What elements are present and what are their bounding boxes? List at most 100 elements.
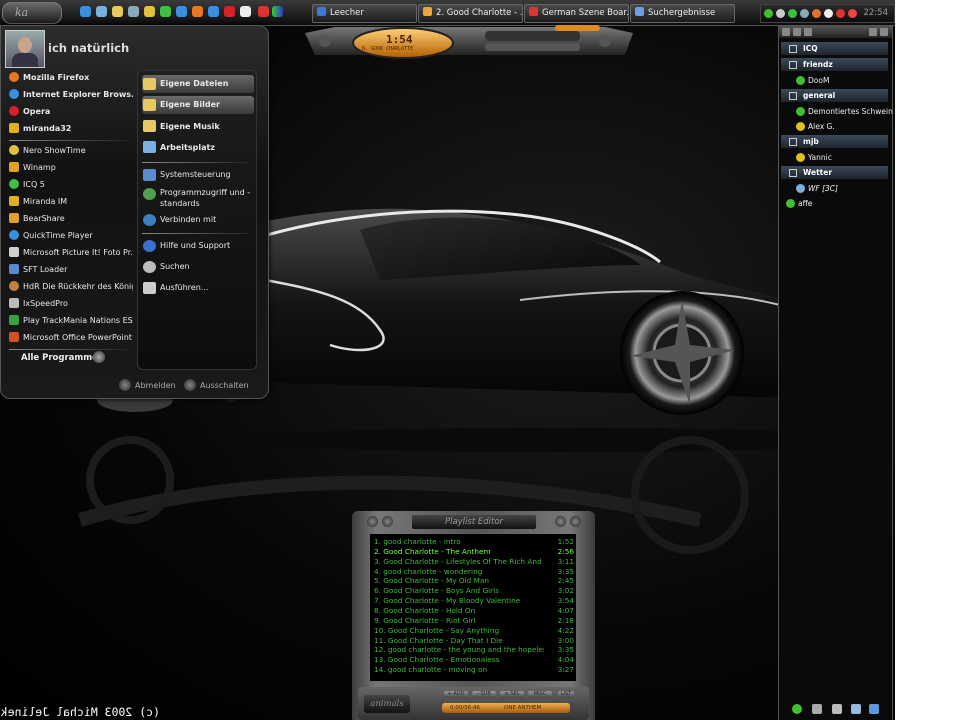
contact-item[interactable]: Yannic xyxy=(795,151,895,164)
contact-item[interactable]: affe xyxy=(785,197,891,210)
misc-button[interactable]: MISC xyxy=(528,691,552,698)
playlist-track[interactable]: 5. Good Charlotte - My Old Man 2:45 xyxy=(374,576,574,586)
recent-item[interactable]: IxSpeedPro xyxy=(9,296,133,312)
recent-item[interactable]: SFT Loader xyxy=(9,262,133,278)
shutdown-button[interactable]: Ausschalten xyxy=(184,379,249,391)
recent-item[interactable]: QuickTime Player xyxy=(9,228,133,244)
playlist-track[interactable]: 1. good charlotte - intro 1:52 xyxy=(374,537,574,547)
tray-network-icon[interactable] xyxy=(800,9,809,18)
recent-item[interactable]: Microsoft Office PowerPoint ... xyxy=(9,330,133,346)
task-suchergebnisse[interactable]: Suchergebnisse xyxy=(630,4,735,23)
menu-icon[interactable] xyxy=(782,28,790,36)
close-icon[interactable] xyxy=(570,516,581,527)
knob-icon[interactable] xyxy=(555,516,566,527)
task-german-szene[interactable]: German Szene Boar... xyxy=(524,4,629,23)
cloud-icon[interactable] xyxy=(851,704,861,714)
quicklaunch-opera-icon[interactable] xyxy=(224,6,235,17)
recent-item[interactable]: BearShare xyxy=(9,211,133,227)
pinned-item[interactable]: Opera xyxy=(9,104,133,120)
tray-volume-icon[interactable] xyxy=(824,9,833,18)
task-leecher[interactable]: Leecher xyxy=(312,4,417,23)
my-computer-item[interactable]: Arbeitsplatz xyxy=(142,140,254,156)
quicklaunch-ie2-icon[interactable] xyxy=(208,6,219,17)
my-documents-item[interactable]: Eigene Dateien xyxy=(142,75,254,93)
sel-button[interactable]: ≡ SEL xyxy=(500,691,524,698)
quicklaunch-icq-icon[interactable] xyxy=(160,6,171,17)
tray-speed-icon[interactable] xyxy=(848,9,857,18)
playlist-track[interactable]: 13. Good Charlotte - Emotionaless 4:04 xyxy=(374,655,574,665)
recent-item[interactable]: Nero ShowTime xyxy=(9,143,133,159)
start-button[interactable]: ka xyxy=(2,2,62,24)
quicklaunch-ie-icon[interactable] xyxy=(80,6,91,17)
status-online-icon[interactable] xyxy=(792,704,802,714)
playlist-track[interactable]: 2. Good Charlotte - The Anthem 2:56 xyxy=(374,547,574,557)
tray-flower-icon[interactable] xyxy=(788,9,797,18)
connect-to-item[interactable]: Verbinden mit xyxy=(142,213,254,227)
contact-group[interactable]: friendz xyxy=(781,58,888,71)
all-programs-button[interactable]: Alle Programme xyxy=(21,353,98,363)
quicklaunch-picture-icon[interactable] xyxy=(272,6,283,17)
my-pictures-item[interactable]: Eigene Bilder xyxy=(142,96,254,114)
playlist-track[interactable]: 6. Good Charlotte - Boys And Girls 3:02 xyxy=(374,586,574,596)
knob-icon[interactable] xyxy=(382,516,393,527)
quicklaunch-winamp-icon[interactable] xyxy=(240,6,251,17)
minimize-icon[interactable] xyxy=(869,28,877,36)
logoff-button[interactable]: Abmelden xyxy=(119,379,176,391)
contact-item[interactable]: WF [3C] xyxy=(795,182,895,195)
playlist-track[interactable]: 12. good charlotte - the young and the h… xyxy=(374,645,574,655)
contact-item[interactable]: DooM xyxy=(795,74,895,87)
playlist-track[interactable]: 3. Good Charlotte - Lifestyles Of The Ri… xyxy=(374,557,574,567)
tray-flag-icon[interactable] xyxy=(836,9,845,18)
quicklaunch-desktop-icon[interactable] xyxy=(96,6,107,17)
collapse-icon[interactable] xyxy=(789,61,797,69)
settings-icon[interactable] xyxy=(793,28,801,36)
playlist-track[interactable]: 7. Good Charlotte - My Bloody Valentine 3… xyxy=(374,596,574,606)
add-button[interactable]: + ADD xyxy=(444,691,468,698)
contact-item[interactable]: Alex G. xyxy=(795,120,895,133)
quicklaunch-computer-icon[interactable] xyxy=(128,6,139,17)
playlist-track[interactable]: 9. Good Charlotte - Riot Girl 2:18 xyxy=(374,616,574,626)
cat-icon[interactable] xyxy=(832,704,842,714)
monitor-icon[interactable] xyxy=(869,704,879,714)
list-button[interactable]: LIST xyxy=(558,691,574,698)
pinned-item[interactable]: Mozilla Firefox xyxy=(9,70,133,86)
collapse-icon[interactable] xyxy=(789,169,797,177)
recent-item[interactable]: Miranda IM xyxy=(9,194,133,210)
quicklaunch-office-icon[interactable] xyxy=(258,6,269,17)
recent-item[interactable]: HdR Die Rückkehr des König... xyxy=(9,279,133,295)
options-icon[interactable] xyxy=(804,28,812,36)
user-avatar[interactable] xyxy=(5,30,45,68)
playlist-track[interactable]: 10. Good Charlotte - Say Anything 4:22 xyxy=(374,626,574,636)
contact-group[interactable]: Wetter xyxy=(781,166,888,179)
quicklaunch-nero-icon[interactable] xyxy=(144,6,155,17)
my-music-item[interactable]: Eigene Musik xyxy=(142,119,254,135)
close-icon[interactable] xyxy=(880,28,888,36)
recent-item[interactable]: Microsoft Picture It! Foto Pr... xyxy=(9,245,133,261)
recent-item[interactable]: ICQ 5 xyxy=(9,177,133,193)
collapse-icon[interactable] xyxy=(789,138,797,146)
help-support-item[interactable]: Hilfe und Support xyxy=(142,239,254,253)
contact-group[interactable]: ICQ xyxy=(781,42,888,55)
program-defaults-item[interactable]: Programmzugriff und -standards xyxy=(142,187,254,209)
quicklaunch-explorer-icon[interactable] xyxy=(112,6,123,17)
recent-item[interactable]: Winamp xyxy=(9,160,133,176)
sub-button[interactable]: - SUB xyxy=(472,691,496,698)
playlist-track[interactable]: 11. Good Charlotte - Day That I Die 3:00 xyxy=(374,636,574,646)
arrow-right-icon[interactable] xyxy=(93,351,105,363)
playlist-track[interactable]: 8. Good Charlotte - Hold On 4:07 xyxy=(374,606,574,616)
bird-icon[interactable] xyxy=(812,704,822,714)
quicklaunch-quicktime-icon[interactable] xyxy=(176,6,187,17)
contact-group[interactable]: mjb xyxy=(781,135,888,148)
knob-icon[interactable] xyxy=(367,516,378,527)
recent-item[interactable]: Play TrackMania Nations ESWC xyxy=(9,313,133,329)
run-item[interactable]: Ausführen... xyxy=(142,281,254,295)
tray-icq-icon[interactable] xyxy=(764,9,773,18)
tray-miranda-icon[interactable] xyxy=(776,9,785,18)
playlist-track[interactable]: 14. good charlotte - moving on 3:27 xyxy=(374,665,574,675)
winamp-player[interactable] xyxy=(305,25,633,65)
task-good-charlotte[interactable]: 2. Good Charlotte - ... xyxy=(418,4,523,23)
search-item[interactable]: Suchen xyxy=(142,260,254,274)
collapse-icon[interactable] xyxy=(789,45,797,53)
contact-item[interactable]: Demontiertes Schwein xyxy=(795,105,895,118)
contact-group[interactable]: general xyxy=(781,89,888,102)
